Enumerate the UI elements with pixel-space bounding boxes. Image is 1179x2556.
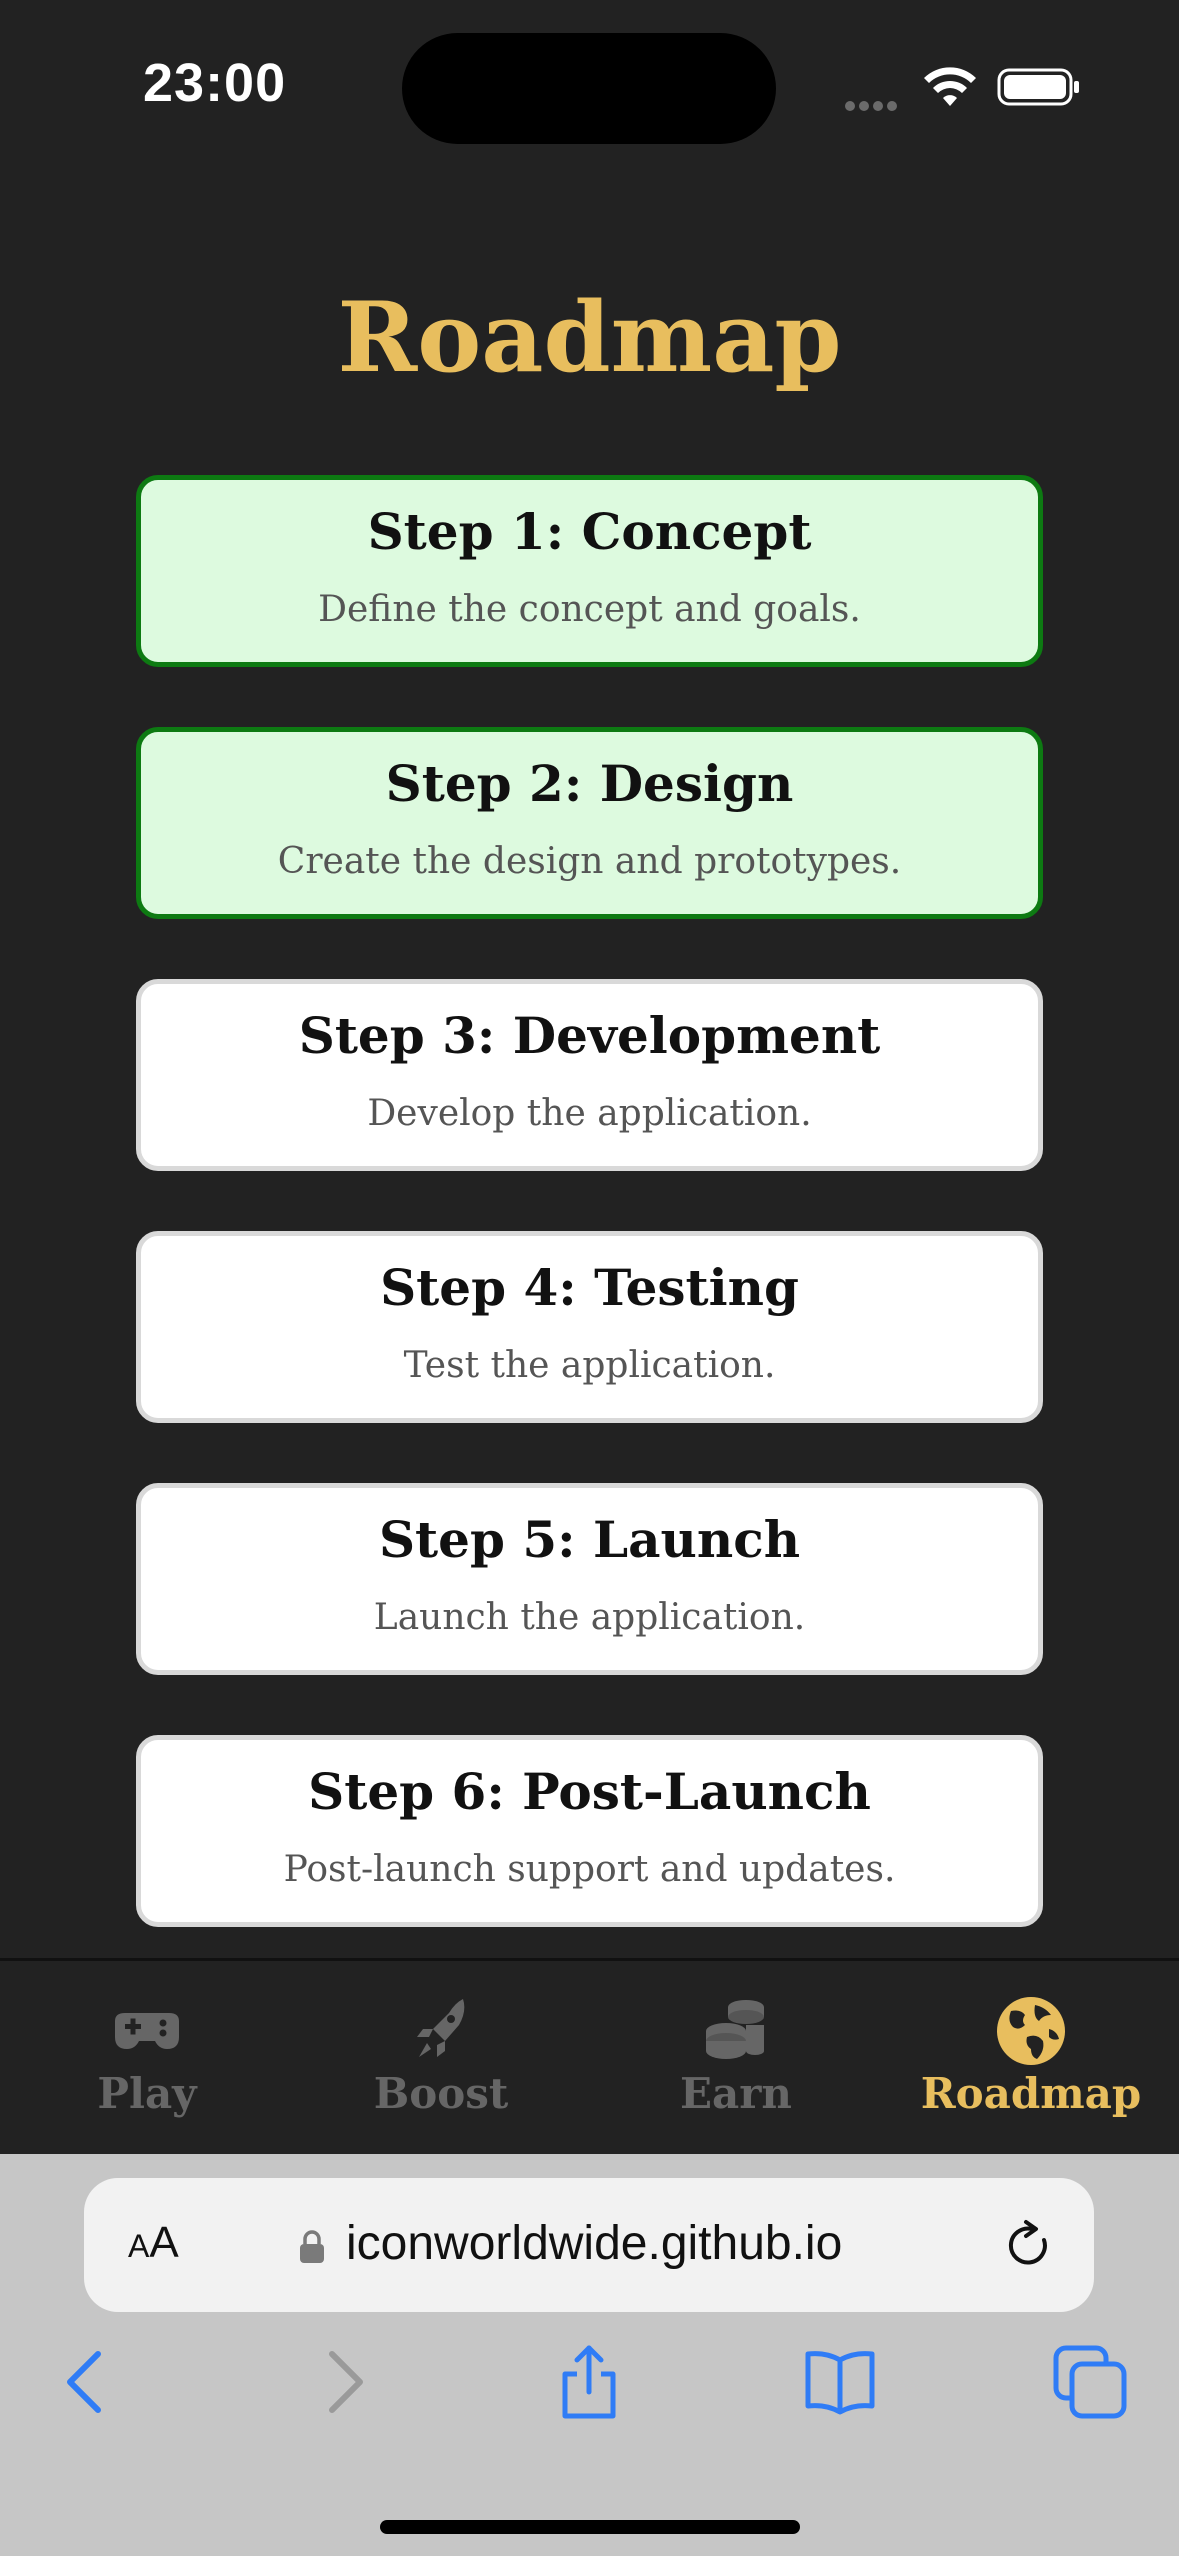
bookmarks-icon[interactable] — [800, 2342, 880, 2422]
step-title: Step 1: Concept — [367, 502, 812, 561]
step-title: Step 5: Launch — [378, 1510, 801, 1569]
back-icon[interactable] — [48, 2342, 128, 2422]
tab-label: Play — [97, 2069, 197, 2118]
reload-icon[interactable] — [1002, 2218, 1056, 2272]
gamepad-icon — [115, 2013, 179, 2049]
app-screen: 23:00 Roadmap Step 1: Concept Define the… — [0, 0, 1179, 2556]
step-card: Step 4: Testing Test the application. — [136, 1231, 1043, 1423]
step-card: Step 2: Design Create the design and pro… — [136, 727, 1043, 919]
step-card: Step 5: Launch Launch the application. — [136, 1483, 1043, 1675]
step-card: Step 1: Concept Define the concept and g… — [136, 475, 1043, 667]
forward-icon[interactable] — [302, 2342, 382, 2422]
step-description: Post-launch support and updates. — [283, 1849, 896, 1890]
home-indicator — [380, 2520, 800, 2534]
globe-icon — [997, 1997, 1065, 2065]
tab-roadmap[interactable]: Roadmap — [884, 1961, 1178, 2157]
tab-label: Boost — [373, 2069, 509, 2118]
step-description: Develop the application. — [367, 1093, 812, 1134]
tab-boost[interactable]: Boost — [294, 1961, 588, 2157]
battery-icon — [997, 68, 1079, 106]
tab-label: Earn — [680, 2069, 792, 2118]
status-bar: 23:00 — [0, 0, 1179, 175]
step-card: Step 3: Development Develop the applicat… — [136, 979, 1043, 1171]
step-description: Test the application. — [403, 1345, 776, 1386]
step-description: Create the design and prototypes. — [277, 841, 902, 882]
dynamic-island — [402, 33, 776, 144]
wifi-icon — [924, 67, 976, 106]
rocket-icon — [417, 1999, 465, 2057]
step-title: Step 6: Post-Launch — [308, 1762, 871, 1821]
page-title: Roadmap — [337, 281, 842, 394]
step-description: Launch the application. — [373, 1597, 806, 1638]
tab-label: Roadmap — [920, 2069, 1142, 2118]
text-size-button[interactable]: AA — [128, 2218, 179, 2268]
lock-icon — [300, 2230, 324, 2263]
tab-bar: Play Boost Earn Roadmap — [0, 1958, 1179, 2157]
status-time: 23:00 — [143, 53, 287, 113]
url-text: iconworldwide.github.io — [346, 2217, 843, 2270]
tabs-icon[interactable] — [1050, 2342, 1130, 2422]
address-bar[interactable]: AA iconworldwide.github.io — [84, 2178, 1094, 2312]
tab-play[interactable]: Play — [0, 1961, 294, 2157]
tab-earn[interactable]: Earn — [589, 1961, 883, 2157]
step-title: Step 2: Design — [385, 754, 794, 813]
step-description: Define the concept and goals. — [318, 589, 861, 630]
text-size-small-label: A — [128, 2228, 150, 2264]
step-title: Step 4: Testing — [380, 1258, 799, 1317]
roadmap-steps-list: Step 1: Concept Define the concept and g… — [136, 475, 1043, 1987]
coins-icon — [706, 2000, 764, 2059]
step-card: Step 6: Post-Launch Post-launch support … — [136, 1735, 1043, 1927]
share-icon[interactable] — [549, 2342, 629, 2422]
browser-toolbar: AA iconworldwide.github.io — [0, 2154, 1179, 2556]
text-size-large-label: A — [149, 2218, 179, 2267]
cellular-signal-icon — [845, 96, 905, 111]
step-title: Step 3: Development — [298, 1006, 881, 1065]
